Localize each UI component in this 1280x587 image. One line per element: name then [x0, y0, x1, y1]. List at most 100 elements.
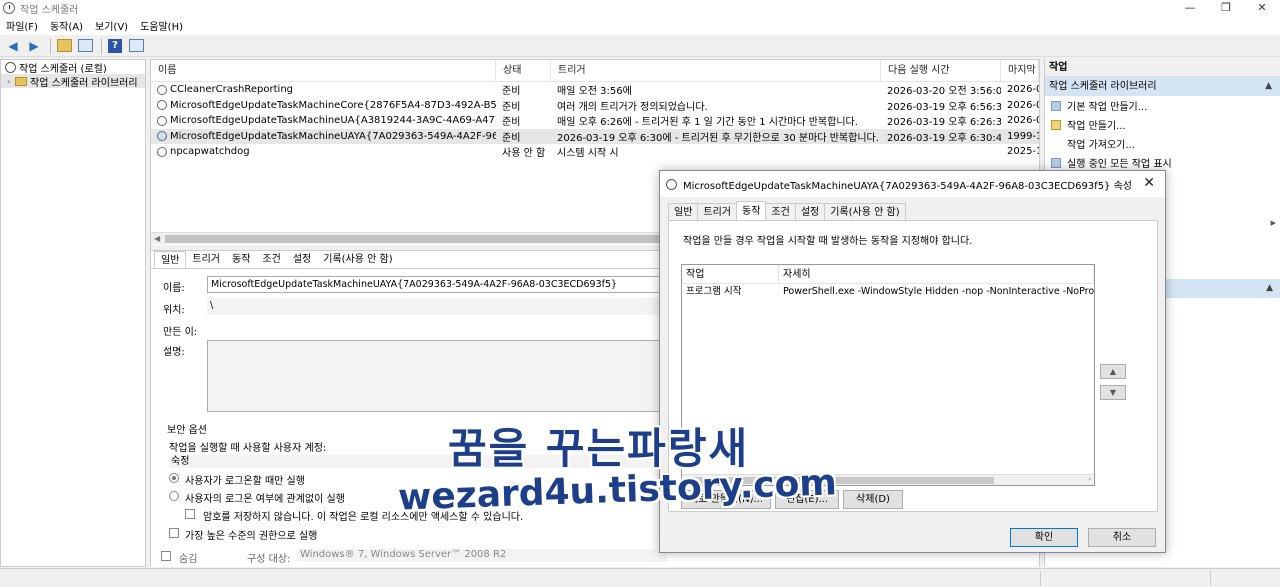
table-row[interactable]: npcapwatchdog 사용 안 함 시스템 시작 시 2025-1	[151, 144, 1039, 160]
dialog-tab-history[interactable]: 기록(사용 안 함)	[824, 203, 906, 220]
task-status: 준비	[502, 86, 521, 98]
status-segment	[1210, 571, 1211, 586]
dialog-tab-settings[interactable]: 설정	[794, 203, 826, 220]
checkbox-highest-privileges[interactable]	[169, 528, 179, 538]
actions-section-library[interactable]: 작업 스케줄러 라이브러리 ▲	[1045, 77, 1280, 96]
delete-action-button[interactable]: 삭제(D)	[843, 490, 903, 509]
maximize-button[interactable]: ❐	[1208, 0, 1244, 16]
action-import-task[interactable]: 작업 가져오기...	[1045, 134, 1280, 153]
column-status[interactable]: 상태	[496, 60, 551, 82]
dialog-title-bar: MicrosoftEdgeUpdateTaskMachineUAYA{7A029…	[660, 171, 1165, 197]
close-icon[interactable]: ✕	[1143, 175, 1155, 191]
status-segment	[1040, 571, 1041, 586]
task-icon	[157, 100, 167, 111]
radio-logged-on-only[interactable]	[169, 473, 179, 483]
task-scheduler-icon	[3, 2, 15, 14]
task-trigger: 2026-03-19 오후 6:30에 - 트리거된 후 무기한으로 30 분마…	[557, 132, 879, 144]
tab-conditions[interactable]: 조건	[256, 251, 286, 268]
task-name: MicrosoftEdgeUpdateTaskMachineCore{2876F…	[170, 99, 496, 111]
column-action[interactable]: 작업	[682, 265, 779, 283]
task-trigger: 여러 개의 트리거가 정의되었습니다.	[557, 101, 708, 113]
menu-help[interactable]: 도움말(H)	[140, 18, 183, 33]
dialog-tab-general[interactable]: 일반	[668, 203, 699, 220]
forward-arrow-icon[interactable]: ▶	[25, 38, 43, 54]
menu-bar: 파일(F) 동작(A) 보기(V) 도움말(H)	[0, 16, 1280, 35]
scroll-right-icon[interactable]: ›	[1088, 475, 1091, 483]
menu-view[interactable]: 보기(V)	[95, 18, 128, 33]
action-create-task[interactable]: 작업 만들기...	[1045, 115, 1280, 134]
task-name-field[interactable]: MicrosoftEdgeUpdateTaskMachineUAYA{7A029…	[207, 276, 667, 293]
show-hide-console-tree-icon[interactable]	[76, 38, 94, 54]
ok-button[interactable]: 확인	[1010, 528, 1078, 547]
menu-action[interactable]: 동작(A)	[50, 18, 83, 33]
tab-triggers[interactable]: 트리거	[186, 251, 226, 268]
task-last-run: 2025-1	[1007, 146, 1039, 158]
configure-for-value[interactable]: Windows® 7, Windows Server™ 2008 R2	[297, 549, 667, 562]
column-details[interactable]: 자세히	[779, 265, 1094, 283]
tab-history[interactable]: 기록(사용 안 함)	[317, 251, 398, 268]
table-row[interactable]: 프로그램 시작 PowerShell.exe -WindowStyle Hidd…	[682, 284, 1094, 299]
show-hide-action-pane-icon[interactable]	[127, 38, 145, 54]
tab-actions[interactable]: 동작	[226, 251, 256, 268]
scroll-left-icon[interactable]: ◀	[154, 233, 160, 245]
collapse-up-icon[interactable]: ▲	[1265, 77, 1272, 96]
dialog-tab-triggers[interactable]: 트리거	[697, 203, 738, 220]
clock-icon	[5, 61, 16, 73]
move-up-button[interactable]: ▲	[1100, 364, 1126, 379]
tree-item-library[interactable]: › 작업 스케줄러 라이브러리	[1, 74, 145, 89]
dialog-title: MicrosoftEdgeUpdateTaskMachineUAYA{7A029…	[683, 180, 1133, 192]
collapse-up-icon[interactable]: ▲	[1266, 279, 1273, 298]
location-label: 위치:	[163, 305, 185, 316]
description-field[interactable]	[207, 340, 667, 412]
checkbox-no-store-password[interactable]	[185, 509, 195, 519]
close-window-button[interactable]: ✕	[1244, 0, 1280, 16]
create-basic-task-icon	[1051, 100, 1061, 111]
radio-whether-logged-on[interactable]	[169, 491, 179, 501]
task-next-run: 2026-03-20 오전 3:56:00	[887, 86, 1001, 98]
highest-privileges-label: 가장 높은 수준의 권한으로 실행	[185, 531, 318, 542]
task-status: 준비	[502, 117, 521, 129]
toolbar-separator	[50, 37, 51, 54]
action-create-basic-task[interactable]: 기본 작업 만들기...	[1045, 96, 1280, 115]
task-trigger: 매일 오후 6:26에 - 트리거된 후 1 일 기간 동안 1 시간마다 반복…	[557, 117, 858, 129]
up-folder-icon[interactable]	[55, 38, 73, 54]
dialog-tab-conditions[interactable]: 조건	[765, 203, 796, 220]
help-icon[interactable]: ?	[106, 38, 124, 54]
task-name: MicrosoftEdgeUpdateTaskMachineUA{A381924…	[170, 115, 496, 127]
task-last-run: 2026-0	[1007, 84, 1039, 96]
column-name[interactable]: 이름	[151, 60, 496, 82]
scroll-thumb[interactable]	[165, 235, 665, 243]
task-icon	[157, 84, 167, 95]
task-name: npcapwatchdog	[170, 146, 250, 158]
author-label: 만든 이:	[163, 327, 198, 338]
table-row[interactable]: CCleanerCrashReporting 준비 매일 오전 3:56에 20…	[151, 82, 1039, 98]
table-row-selected[interactable]: MicrosoftEdgeUpdateTaskMachineUAYA{7A029…	[151, 128, 1039, 144]
column-last-run[interactable]: 마지막	[1001, 60, 1039, 82]
cancel-button[interactable]: 취소	[1088, 528, 1156, 547]
action-detail: PowerShell.exe -WindowStyle Hidden -nop …	[783, 286, 1094, 297]
dialog-tab-actions[interactable]: 동작	[736, 201, 767, 220]
task-name: CCleanerCrashReporting	[170, 84, 294, 96]
table-row[interactable]: MicrosoftEdgeUpdateTaskMachineCore{2876F…	[151, 98, 1039, 114]
task-trigger: 매일 오전 3:56에	[557, 86, 632, 98]
location-value: \	[207, 298, 667, 315]
expand-chevron-icon[interactable]: ›	[7, 77, 15, 86]
tree-item-root[interactable]: 작업 스케줄러 (로컬)	[1, 60, 145, 75]
description-label: 설명:	[163, 347, 185, 358]
minimize-button[interactable]: —	[1172, 0, 1208, 16]
submenu-arrow-icon[interactable]: ▶	[1271, 219, 1276, 227]
toolbar: ◀ ▶ ?	[0, 35, 1280, 57]
move-down-button[interactable]: ▼	[1100, 385, 1126, 400]
tab-general[interactable]: 일반	[154, 251, 187, 268]
menu-file[interactable]: 파일(F)	[6, 18, 38, 33]
column-trigger[interactable]: 트리거	[551, 60, 881, 82]
checkbox-hidden[interactable]	[161, 551, 171, 561]
table-row[interactable]: MicrosoftEdgeUpdateTaskMachineUA{A381924…	[151, 113, 1039, 129]
console-tree: 작업 스케줄러 (로컬) › 작업 스케줄러 라이브러리	[0, 59, 146, 567]
task-name: MicrosoftEdgeUpdateTaskMachineUAYA{7A029…	[170, 130, 496, 142]
task-last-run: 1999-1	[1007, 130, 1039, 142]
hidden-label: 숨김	[179, 554, 198, 565]
back-arrow-icon[interactable]: ◀	[4, 38, 22, 54]
column-next-run[interactable]: 다음 실행 시간	[881, 60, 1001, 82]
tab-settings[interactable]: 설정	[287, 251, 317, 268]
